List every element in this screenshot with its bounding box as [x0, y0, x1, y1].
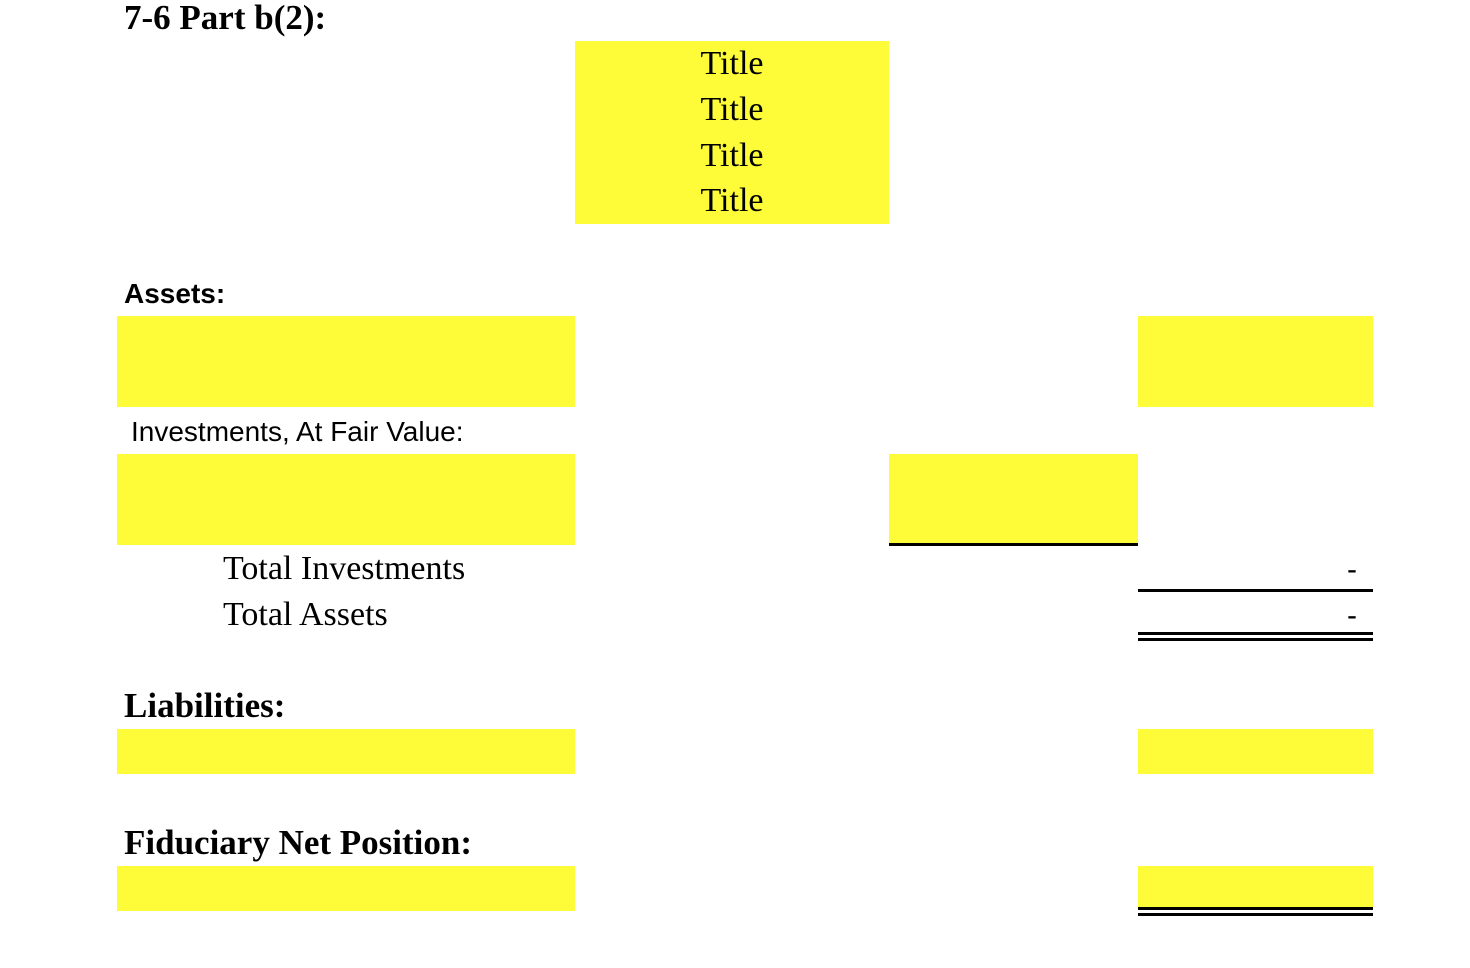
liabilities-section-label: Liabilities:	[124, 686, 286, 725]
title-line-4[interactable]: Title	[575, 178, 889, 224]
fiduciary-net-position-account-input[interactable]	[117, 866, 575, 911]
fiduciary-net-position-label: Fiduciary Net Position:	[124, 823, 473, 862]
investments-account-input[interactable]	[117, 454, 575, 545]
title-line-1[interactable]: Title	[575, 41, 889, 87]
title-line-3[interactable]: Title	[575, 133, 889, 179]
liabilities-amount-input[interactable]	[1138, 729, 1373, 774]
double-underline	[1138, 907, 1373, 916]
statement-title-block[interactable]: Title Title Title Title	[575, 41, 889, 224]
assets-amount-input[interactable]	[1138, 316, 1373, 407]
title-line-2[interactable]: Title	[575, 87, 889, 133]
total-investments-label: Total Investments	[223, 550, 466, 587]
investments-section-label: Investments, At Fair Value:	[131, 416, 464, 447]
double-underline	[1138, 632, 1373, 641]
total-investments-value: -	[1347, 553, 1357, 586]
investments-amount-input[interactable]	[889, 454, 1138, 546]
single-underline	[1138, 589, 1373, 592]
assets-account-input[interactable]	[117, 316, 575, 407]
fiduciary-net-position-amount-input[interactable]	[1138, 866, 1373, 907]
liabilities-account-input[interactable]	[117, 729, 575, 774]
page-heading: 7-6 Part b(2):	[124, 0, 327, 37]
total-assets-label: Total Assets	[223, 596, 388, 633]
total-assets-value: -	[1347, 599, 1357, 632]
assets-section-label: Assets:	[124, 278, 226, 309]
